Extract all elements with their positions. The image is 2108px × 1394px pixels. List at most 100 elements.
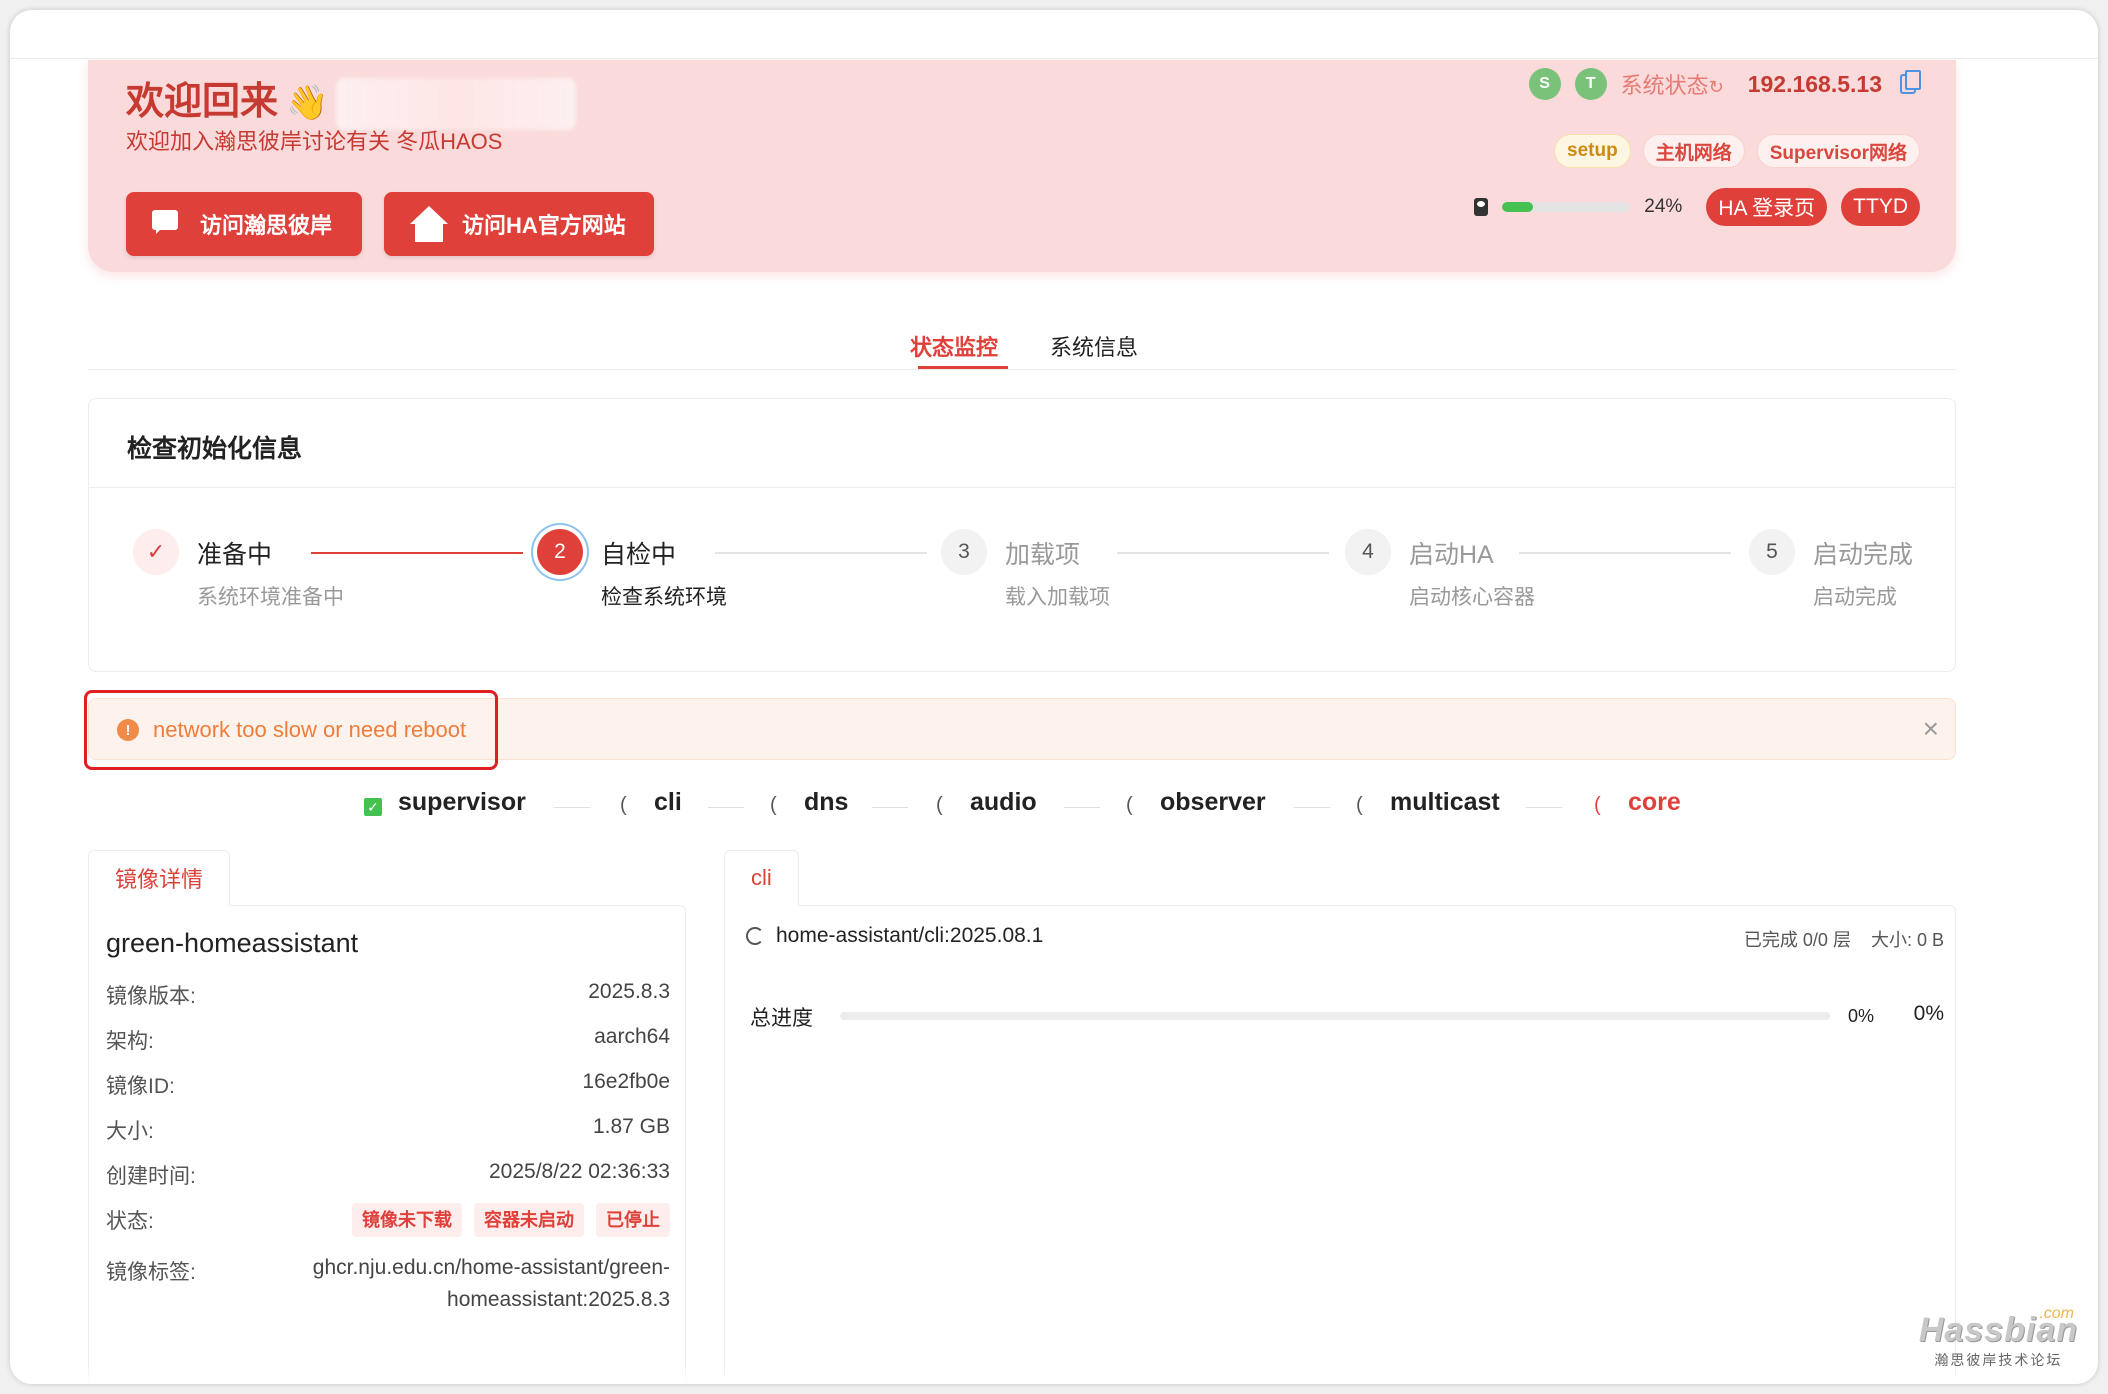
service-connector	[1064, 807, 1100, 808]
step-connector-1	[311, 552, 523, 554]
step-number: 3	[941, 529, 987, 575]
pull-image-name: home-assistant/cli:2025.08.1	[776, 924, 1044, 947]
home-assistant-icon	[410, 206, 448, 242]
step-number: 4	[1345, 529, 1391, 575]
layers-count: 已完成 0/0 层	[1743, 930, 1851, 950]
service-supervisor: supervisor	[398, 788, 526, 816]
step-desc: 系统环境准备中	[197, 586, 344, 609]
kv-value: aarch64	[594, 1025, 670, 1048]
visit-ha-site-button[interactable]: 访问HA官方网站	[384, 192, 654, 256]
close-icon[interactable]: ×	[1923, 713, 1939, 745]
annotation-highlight-box	[84, 690, 498, 770]
kv-key: 镜像版本:	[106, 985, 196, 1008]
chat-icon	[152, 210, 186, 238]
service-multicast: multicast	[1390, 788, 1500, 816]
tag-setup[interactable]: setup	[1554, 134, 1631, 168]
loading-icon: (	[936, 794, 943, 816]
disk-usage-percent: 24%	[1644, 196, 1683, 217]
tab-cli[interactable]: cli	[724, 850, 799, 906]
loading-icon: (	[620, 794, 627, 816]
service-dns: dns	[804, 788, 849, 816]
kv-key: 状态:	[106, 1210, 154, 1233]
kv-key: 镜像ID:	[106, 1075, 175, 1098]
disk-usage-fill	[1502, 202, 1533, 212]
tag-host-network[interactable]: 主机网络	[1642, 134, 1745, 168]
check-icon: ✓	[133, 529, 179, 575]
pull-progress-panel: cli home-assistant/cli:2025.08.1 已完成 0/0…	[724, 850, 1956, 1384]
service-connector	[1294, 807, 1330, 808]
pull-progress-body	[724, 905, 1956, 1384]
step-title: 启动完成	[1813, 541, 1914, 569]
pull-meta: 已完成 0/0 层 大小: 0 B	[1744, 926, 1944, 952]
step-connector-2	[715, 552, 927, 554]
service-connector	[554, 807, 590, 808]
pull-image-line: home-assistant/cli:2025.08.1	[746, 924, 1043, 948]
disk-usage-bar	[1502, 202, 1631, 212]
card-divider	[89, 487, 1955, 488]
welcome-title: 欢迎回来 👋	[126, 70, 577, 130]
step-desc: 载入加载项	[1005, 586, 1110, 609]
checkbox-checked-icon: ✓	[364, 798, 382, 816]
tab-system-info[interactable]: 系统信息	[1050, 330, 1138, 362]
ttyd-button[interactable]: TTYD	[1841, 188, 1920, 226]
wave-icon: 👋	[286, 84, 329, 122]
kv-key: 创建时间:	[106, 1165, 196, 1188]
service-core: core	[1628, 788, 1681, 816]
service-connector	[708, 807, 744, 808]
step-title: 准备中	[197, 541, 273, 569]
total-progress-percent: 0%	[1848, 1006, 1875, 1026]
step-connector-4	[1519, 552, 1731, 554]
step-title: 自检中	[601, 541, 677, 569]
service-connector	[1526, 807, 1562, 808]
refresh-icon[interactable]: ↻	[1709, 77, 1724, 97]
step-title: 加载项	[1005, 541, 1081, 569]
step-number: 2	[537, 529, 583, 575]
status-badge: 已停止	[596, 1203, 670, 1237]
ha-login-button[interactable]: HA 登录页	[1706, 188, 1828, 226]
loading-icon: (	[1356, 794, 1363, 816]
tab-status-monitor[interactable]: 状态监控	[910, 330, 998, 362]
system-status-row: S T 系统状态↻ 192.168.5.13	[1528, 68, 1921, 100]
kv-key: 架构:	[106, 1030, 154, 1053]
step-desc: 检查系统环境	[601, 586, 727, 609]
step-title: 启动HA	[1409, 541, 1494, 569]
init-info-card: 检查初始化信息 ✓ 准备中 系统环境准备中 2 自检中 检查系统环境 3 加载项…	[88, 398, 1956, 672]
disk-icon	[1474, 198, 1489, 216]
image-tag-value: ghcr.nju.edu.cn/home-assistant/green- ho…	[250, 1252, 670, 1316]
loading-icon: (	[1594, 794, 1601, 816]
total-progress-bar	[840, 1012, 1830, 1020]
card-title: 检查初始化信息	[127, 435, 303, 463]
service-connector	[872, 807, 908, 808]
status-dot-s[interactable]: S	[1528, 68, 1561, 100]
app-window: 欢迎回来 👋 欢迎加入瀚思彼岸讨论有关 冬瓜HAOS 访问瀚思彼岸 访问HA官方网…	[10, 10, 2098, 1384]
service-progress-row: ✓ supervisor ( cli ( dns ( audio ( obser…	[10, 788, 2098, 828]
hassbian-watermark: Hassbian .com 瀚思彼岸技术论坛	[1919, 1305, 2078, 1370]
kv-value: 2025/8/22 02:36:33	[488, 1160, 670, 1183]
total-progress-label: 总进度	[750, 1007, 813, 1030]
pull-size: 大小: 0 B	[1870, 930, 1944, 950]
service-observer: observer	[1160, 788, 1266, 816]
welcome-text: 欢迎回来	[126, 81, 279, 123]
tab-image-details[interactable]: 镜像详情	[88, 850, 231, 906]
status-badge: 镜像未下载	[352, 1203, 462, 1237]
system-status-link[interactable]: 系统状态↻	[1621, 68, 1724, 100]
kv-value: 1.87 GB	[592, 1115, 670, 1138]
visit-hassbian-button[interactable]: 访问瀚思彼岸	[126, 192, 362, 256]
total-progress-value: 0%	[1913, 1002, 1944, 1025]
main-tabs: 状态监控 系统信息	[88, 310, 1956, 370]
image-tag-line: homeassistant:2025.8.3	[447, 1288, 670, 1311]
welcome-banner: 欢迎回来 👋 欢迎加入瀚思彼岸讨论有关 冬瓜HAOS 访问瀚思彼岸 访问HA官方网…	[88, 60, 1956, 272]
status-badge: 容器未启动	[474, 1203, 584, 1237]
image-name: green-homeassistant	[106, 928, 359, 958]
step-desc: 启动核心容器	[1409, 586, 1535, 609]
service-audio: audio	[970, 788, 1037, 816]
active-tab-indicator	[918, 366, 1008, 369]
copy-icon[interactable]	[1900, 70, 1921, 94]
tag-supervisor-network[interactable]: Supervisor网络	[1756, 134, 1920, 168]
ip-address: 192.168.5.13	[1747, 70, 1882, 97]
image-tag-line: ghcr.nju.edu.cn/home-assistant/green-	[312, 1256, 670, 1279]
status-dot-t[interactable]: T	[1574, 68, 1607, 100]
disk-usage-row: 24% HA 登录页 TTYD	[1474, 188, 1920, 226]
watermark-com: .com	[2039, 1305, 2074, 1322]
service-cli: cli	[654, 788, 682, 816]
